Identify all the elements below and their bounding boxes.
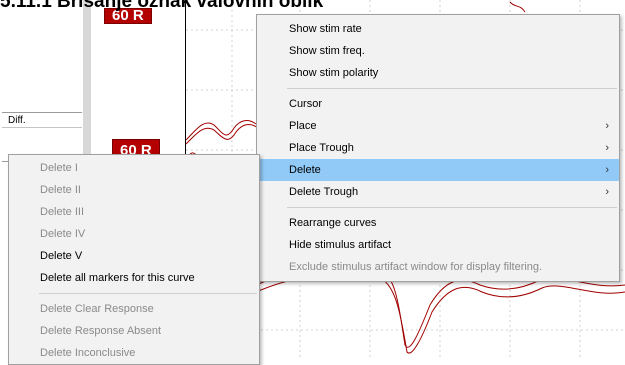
menu-item-label: Cursor (289, 98, 323, 110)
menu-item-label: Show stim rate (289, 23, 362, 35)
submenu-delete-v[interactable]: Delete V (9, 245, 259, 267)
submenu-delete-i: Delete I (9, 157, 259, 179)
chevron-right-icon: › (605, 120, 609, 132)
submenu-delete-response-absent: Delete Response Absent (9, 320, 259, 342)
chevron-right-icon: › (605, 186, 609, 198)
menu-place[interactable]: Place › (257, 115, 619, 137)
menu-show-stim-freq[interactable]: Show stim freq. (257, 40, 619, 62)
menu-item-label: Show stim freq. (289, 45, 365, 57)
submenu-item-label: Delete Inconclusive (40, 347, 136, 359)
delete-submenu: Delete I Delete II Delete III Delete IV … (8, 154, 260, 365)
menu-item-label: Delete Trough (289, 186, 359, 198)
submenu-delete-iv: Delete IV (9, 223, 259, 245)
menu-separator (287, 88, 617, 89)
menu-show-stim-rate[interactable]: Show stim rate (257, 18, 619, 40)
submenu-item-label: Delete Clear Response (40, 303, 154, 315)
menu-delete-trough[interactable]: Delete Trough › (257, 181, 619, 203)
menu-rearrange-curves[interactable]: Rearrange curves (257, 212, 619, 234)
menu-item-label: Exclude stimulus artifact window for dis… (289, 261, 543, 273)
menu-item-label: Place Trough (289, 142, 354, 154)
submenu-delete-inconclusive: Delete Inconclusive (9, 342, 259, 364)
menu-delete[interactable]: Delete › (257, 159, 619, 181)
menu-item-label: Hide stimulus artifact (289, 239, 392, 251)
menu-show-stim-polarity[interactable]: Show stim polarity (257, 62, 619, 84)
submenu-delete-iii: Delete III (9, 201, 259, 223)
context-menu: Show stim rate Show stim freq. Show stim… (256, 14, 620, 282)
submenu-item-label: Delete V (40, 250, 83, 262)
menu-item-label: Delete (289, 164, 321, 176)
menu-cursor[interactable]: Cursor (257, 93, 619, 115)
submenu-separator (39, 293, 257, 294)
submenu-item-label: Delete I (40, 162, 78, 174)
submenu-item-label: Delete Response Absent (40, 325, 162, 337)
submenu-delete-all-markers[interactable]: Delete all markers for this curve (9, 267, 259, 289)
menu-exclude-stimulus-artifact: Exclude stimulus artifact window for dis… (257, 256, 619, 278)
submenu-item-label: Delete II (40, 184, 81, 196)
menu-item-label: Place (289, 120, 317, 132)
menu-place-trough[interactable]: Place Trough › (257, 137, 619, 159)
menu-item-label: Show stim polarity (289, 67, 379, 79)
submenu-delete-clear-response: Delete Clear Response (9, 298, 259, 320)
menu-separator (287, 207, 617, 208)
submenu-item-label: Delete III (40, 206, 85, 218)
menu-hide-stimulus-artifact[interactable]: Hide stimulus artifact (257, 234, 619, 256)
page-heading: 5.11.1 Brisanje oznak valovnih oblik (0, 0, 324, 12)
menu-item-label: Rearrange curves (289, 217, 377, 229)
chevron-right-icon: › (605, 142, 609, 154)
submenu-delete-ii: Delete II (9, 179, 259, 201)
submenu-item-label: Delete all markers for this curve (40, 272, 195, 284)
submenu-item-label: Delete IV (40, 228, 86, 240)
chevron-right-icon: › (605, 164, 609, 176)
